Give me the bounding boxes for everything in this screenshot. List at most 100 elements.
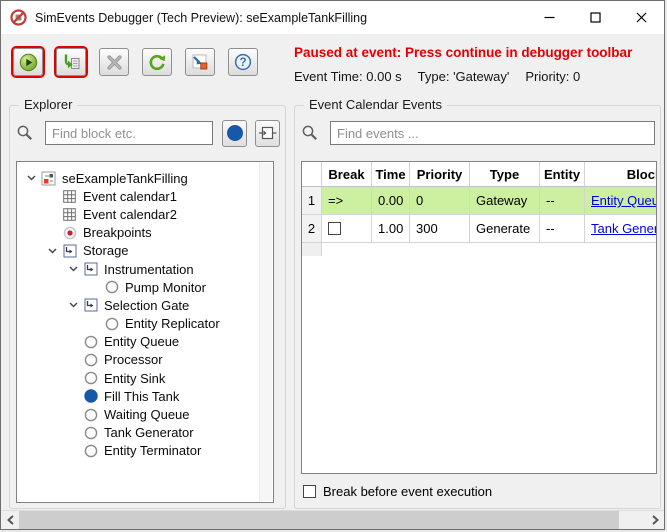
chevron-down-icon[interactable] (48, 248, 62, 254)
subsystem-icon (83, 298, 98, 313)
continue-button[interactable] (13, 48, 43, 76)
simulink-block-icon (258, 126, 277, 140)
search-icon (300, 123, 320, 143)
stop-x-icon (106, 54, 122, 70)
current-event-marker: => (322, 187, 372, 215)
row-number-header (302, 162, 322, 187)
block-circle-selected-icon (83, 389, 98, 404)
event-time-cell: 0.00 (372, 187, 410, 215)
refresh-button[interactable] (142, 48, 172, 76)
help-button[interactable]: ? (228, 48, 258, 76)
events-search-input[interactable] (330, 121, 655, 145)
chevron-right-icon (651, 515, 659, 525)
event-block-cell: Tank Generator (585, 215, 656, 243)
col-header-type: Type (470, 162, 540, 187)
model-icon (41, 171, 56, 186)
app-debugger-icon (10, 9, 27, 26)
chevron-down-icon[interactable] (69, 302, 83, 308)
tree-item-tank-generator[interactable]: Tank Generator (17, 424, 273, 442)
blue-dot-icon (226, 125, 243, 141)
event-type-cell: Gateway (470, 187, 540, 215)
stop-button[interactable] (99, 48, 129, 76)
tree-item-entity-queue[interactable]: Entity Queue (17, 333, 273, 351)
debugger-toolbar: ? (13, 48, 258, 76)
event-type-value: Type: 'Gateway' (417, 69, 510, 84)
tree-item-breakpoints[interactable]: Breakpoints (17, 224, 273, 242)
tree-item-processor[interactable]: Processor (17, 351, 273, 369)
event-priority-cell: 300 (410, 215, 470, 243)
scrollbar-track[interactable] (619, 511, 646, 529)
title-bar: SimEvents Debugger (Tech Preview): seExa… (1, 1, 664, 34)
chevron-down-icon[interactable] (69, 266, 83, 272)
col-header-break: Break (322, 162, 372, 187)
show-event-block-button[interactable] (185, 48, 215, 76)
goto-block-icon (192, 54, 208, 70)
tree-item-entity-terminator[interactable]: Entity Terminator (17, 442, 273, 460)
break-before-execution-checkbox[interactable] (303, 485, 316, 498)
explorer-search-row (15, 119, 280, 147)
event-type-cell: Generate (470, 215, 540, 243)
tree-item-fill-this-tank[interactable]: Fill This Tank (17, 387, 273, 405)
tree-item-entity-replicator[interactable]: Entity Replicator (17, 315, 273, 333)
window-title: SimEvents Debugger (Tech Preview): seExa… (35, 10, 368, 25)
tree-item-pump-monitor[interactable]: Pump Monitor (17, 278, 273, 296)
event-row[interactable]: 2 1.00 300 Generate -- Tank Generator (302, 215, 656, 243)
close-button[interactable] (618, 1, 664, 34)
block-circle-icon (83, 352, 98, 367)
block-circle-icon (104, 280, 119, 295)
events-table-header: Break Time Priority Type Entity Block (302, 162, 656, 187)
tree-item-entity-sink[interactable]: Entity Sink (17, 369, 273, 387)
step-icon (64, 54, 79, 69)
debugger-status: Paused at event: Press continue in debug… (294, 45, 659, 84)
event-time-cell: 1.00 (372, 215, 410, 243)
row-header-strip (302, 243, 322, 256)
tree-item-selection-gate[interactable]: Selection Gate (17, 296, 273, 314)
horizontal-scrollbar[interactable] (1, 510, 664, 529)
step-button[interactable] (56, 48, 86, 76)
block-link-entity-queue[interactable]: Entity Queue (591, 193, 656, 208)
scrollbar-thumb[interactable] (19, 511, 619, 529)
chevron-left-icon (6, 515, 14, 525)
events-search-row (300, 119, 655, 147)
block-circle-icon (83, 425, 98, 440)
block-link-tank-generator[interactable]: Tank Generator (591, 221, 656, 236)
row-number: 2 (302, 215, 322, 243)
break-checkbox[interactable] (328, 222, 341, 235)
col-header-priority: Priority (410, 162, 470, 187)
breakpoint-icon (62, 225, 77, 240)
scroll-left-button[interactable] (1, 511, 19, 529)
paused-message: Paused at event: Press continue in debug… (294, 45, 633, 60)
event-calendar-icon (62, 189, 77, 204)
block-circle-icon (104, 316, 119, 331)
events-table: Break Time Priority Type Entity Block 1 … (301, 161, 657, 474)
maximize-icon (589, 12, 601, 23)
scroll-right-button[interactable] (646, 511, 664, 529)
help-icon: ? (234, 53, 252, 71)
tree-item-storage[interactable]: Storage (17, 242, 273, 260)
block-circle-icon (83, 443, 98, 458)
tree-item-waiting-queue[interactable]: Waiting Queue (17, 405, 273, 423)
minimize-icon (544, 16, 554, 19)
col-header-block: Block (585, 162, 656, 187)
event-calendar-icon (62, 207, 77, 222)
event-priority-cell: 0 (410, 187, 470, 215)
close-icon (636, 12, 646, 23)
maximize-button[interactable] (572, 1, 618, 34)
break-checkbox-cell[interactable] (322, 215, 372, 243)
block-search-input[interactable] (45, 121, 213, 145)
highlight-block-button[interactable] (222, 119, 248, 147)
minimize-button[interactable] (526, 1, 572, 34)
tree-item-instrumentation[interactable]: Instrumentation (17, 260, 273, 278)
show-in-model-button[interactable] (255, 119, 280, 147)
tree-vertical-scrollbar[interactable] (259, 163, 272, 501)
chevron-down-icon[interactable] (27, 175, 41, 181)
tree-item-event-calendar2[interactable]: Event calendar2 (17, 205, 273, 223)
row-number: 1 (302, 187, 322, 215)
subsystem-icon (62, 243, 77, 258)
block-circle-icon (83, 407, 98, 422)
event-row-current[interactable]: 1 => 0.00 0 Gateway -- Entity Queue (302, 187, 656, 215)
explorer-panel: Explorer Find block etc. seExampleTankFi… (9, 97, 286, 509)
tree-item-event-calendar1[interactable]: Event calendar1 (17, 187, 273, 205)
col-header-time: Time (372, 162, 410, 187)
tree-item-model[interactable]: seExampleTankFilling (17, 169, 273, 187)
